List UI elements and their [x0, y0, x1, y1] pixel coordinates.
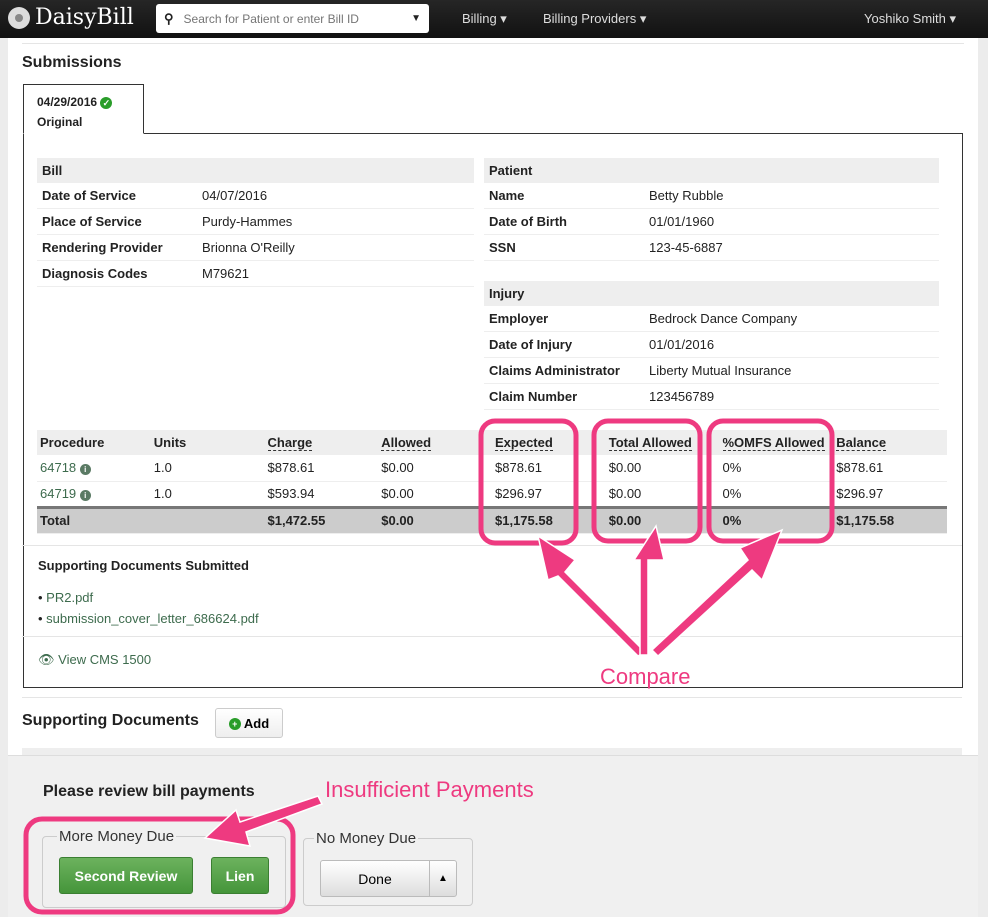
insufficient-payments-annotation: Insufficient Payments [325, 777, 534, 802]
tab-submission-original[interactable]: 04/29/2016 ✓ Original [23, 84, 144, 134]
tab-date: 04/29/2016 [37, 95, 98, 109]
arrow-icon [650, 528, 784, 658]
tab-label: Original [37, 115, 83, 129]
arrow-icon [536, 534, 647, 657]
highlight-expected [478, 418, 579, 546]
highlight-omfs-allowed [706, 418, 835, 544]
arrow-icon [632, 524, 665, 656]
compare-annotation: Compare [600, 664, 691, 689]
highlight-more-money-due [23, 816, 296, 915]
highlight-total-allowed [591, 418, 703, 544]
check-circle-icon: ✓ [100, 96, 113, 109]
